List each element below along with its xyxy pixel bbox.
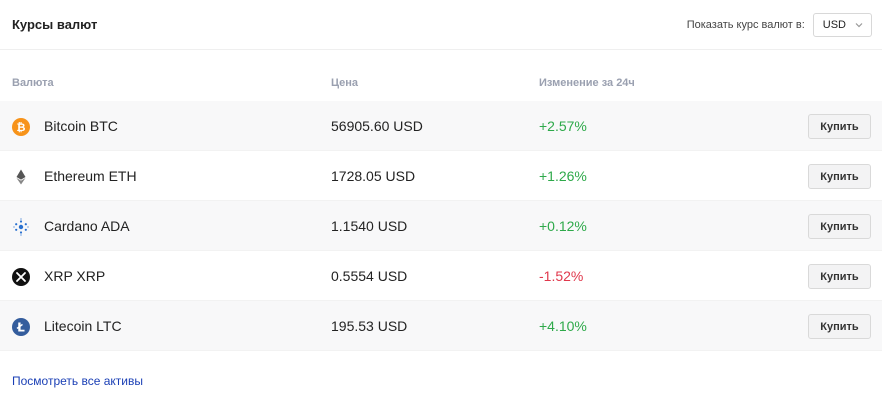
column-header-change: Изменение за 24ч [539, 77, 635, 89]
currency-control: Показать курс валют в: USD [686, 12, 872, 37]
view-all-assets-link[interactable]: Посмотреть все активы [12, 374, 143, 388]
currency-name: Litecoin LTC [44, 318, 122, 334]
currency-price: 1728.05 USD [331, 168, 416, 184]
currency-select-value: USD [822, 18, 846, 31]
column-header-currency: Валюта [12, 77, 54, 89]
currency-change: +2.57% [539, 118, 587, 134]
bitcoin-icon: ₿ [12, 118, 30, 136]
widget-header: Курсы валют Показать курс валют в: USD [0, 0, 882, 50]
currency-name: XRP XRP [44, 268, 106, 284]
buy-button[interactable]: Купить [808, 264, 871, 289]
chevron-down-icon [855, 22, 863, 27]
currency-table: ₿ Bitcoin BTC 56905.60 USD +2.57% Купить… [0, 101, 882, 351]
currency-change: +1.26% [539, 168, 587, 184]
table-row: ₿ Bitcoin BTC 56905.60 USD +2.57% Купить [0, 101, 882, 151]
currency-price: 56905.60 USD [331, 118, 423, 134]
page-title: Курсы валют [12, 17, 98, 32]
buy-button[interactable]: Купить [808, 164, 871, 189]
currency-price: 0.5554 USD [331, 268, 408, 284]
currency-change: +4.10% [539, 318, 587, 334]
table-row: XRP XRP 0.5554 USD -1.52% Купить [0, 251, 882, 301]
currency-label: Показать курс валют в: [686, 18, 805, 31]
currency-select[interactable]: USD [812, 12, 872, 37]
litecoin-icon: Ł [12, 318, 30, 336]
table-header: Валюта Цена Изменение за 24ч [0, 70, 882, 96]
table-row: Ł Litecoin LTC 195.53 USD +4.10% Купить [0, 301, 882, 351]
buy-button[interactable]: Купить [808, 314, 871, 339]
ethereum-icon [12, 168, 30, 186]
currency-name: Ethereum ETH [44, 168, 137, 184]
buy-button[interactable]: Купить [808, 114, 871, 139]
currency-price: 195.53 USD [331, 318, 408, 334]
svg-text:Ł: Ł [16, 321, 25, 335]
cardano-icon [12, 218, 30, 236]
currency-change: -1.52% [539, 268, 584, 284]
table-row: Ethereum ETH 1728.05 USD +1.26% Купить [0, 151, 882, 201]
buy-button[interactable]: Купить [808, 214, 871, 239]
column-header-price: Цена [331, 77, 359, 89]
currency-change: +0.12% [539, 218, 587, 234]
svg-text:₿: ₿ [17, 121, 26, 134]
currency-price: 1.1540 USD [331, 218, 408, 234]
xrp-icon [12, 268, 30, 286]
currency-name: Cardano ADA [44, 218, 130, 234]
currency-name: Bitcoin BTC [44, 118, 118, 134]
table-row: Cardano ADA 1.1540 USD +0.12% Купить [0, 201, 882, 251]
